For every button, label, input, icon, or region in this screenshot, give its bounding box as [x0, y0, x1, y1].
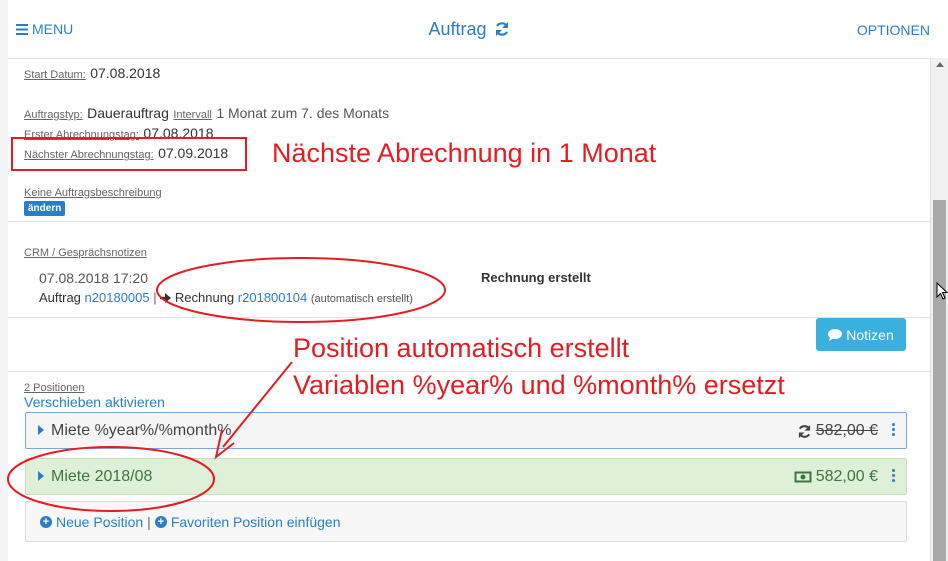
caret-right-icon[interactable] — [38, 425, 44, 435]
description-row: Keine Auftragsbeschreibung — [24, 183, 162, 201]
order-panel: MENU Auftrag OPTIONEN Start Datum: 07.08… — [8, 0, 930, 561]
comment-icon — [828, 328, 843, 341]
separator-pipe: | — [153, 290, 157, 305]
divider — [8, 221, 930, 222]
order-type-label: Auftragstyp: — [24, 109, 83, 121]
annotation-next-billing: Nächste Abrechnung in 1 Monat — [272, 138, 657, 168]
page-title-text: Auftrag — [428, 19, 487, 39]
favorite-position-link[interactable]: Favoriten Position einfügen — [171, 514, 341, 530]
refresh-icon[interactable] — [494, 21, 510, 37]
position-item[interactable]: Miete %year%/%month% 582,00 € — [25, 412, 907, 449]
position-item[interactable]: Miete 2018/08 582,00 € — [25, 458, 907, 495]
positions-count: 2 Positionen — [24, 382, 85, 394]
invoice-prefix: Rechnung — [174, 290, 235, 305]
scrollbar-thumb[interactable] — [933, 200, 946, 561]
position-price: 582,00 € — [797, 422, 878, 440]
order-type-value: Dauerauftrag — [87, 105, 169, 121]
top-bar: MENU Auftrag OPTIONEN — [8, 0, 930, 59]
crm-section-label: CRM / Gesprächsnotizen — [24, 243, 147, 261]
annotation-position-line1: Position automatisch erstellt — [293, 333, 630, 363]
interval-value: 1 Monat zum 7. des Monats — [216, 105, 390, 121]
add-position-links: + Neue Position | + Favoriten Position e… — [40, 514, 340, 530]
first-billing-value: 07.08.2018 — [143, 125, 214, 141]
scrollbar[interactable] — [930, 58, 948, 561]
next-billing-value: 07.09.2018 — [158, 145, 229, 161]
first-billing-row: Erster Abrechnungstag: 07.08.2018 — [24, 125, 214, 143]
add-position-bar: + Neue Position | + Favoriten Position e… — [25, 501, 907, 542]
notes-button[interactable]: Notizen — [816, 318, 906, 351]
options-button[interactable]: OPTIONEN — [857, 22, 930, 38]
scroll-up-arrow-icon[interactable] — [936, 62, 944, 67]
position-name: Miete 2018/08 — [51, 468, 153, 485]
edit-description-button[interactable]: ändern — [24, 201, 66, 216]
vertical-dots-icon[interactable] — [892, 423, 896, 436]
next-billing-label: Nächster Abrechnungstag: — [24, 149, 154, 161]
crm-timestamp-text: 07.08.2018 17:20 — [39, 270, 148, 286]
crm-entry-title: Rechnung erstellt — [481, 270, 591, 285]
order-type-row: Auftragstyp: Dauerauftrag Intervall 1 Mo… — [24, 105, 389, 123]
caret-right-icon[interactable] — [38, 471, 44, 481]
plus-circle-icon: + — [154, 516, 167, 528]
crm-entry-timestamp: 07.08.2018 17:20 — [39, 270, 148, 288]
position-name: Miete %year%/%month% — [51, 422, 232, 439]
first-billing-label: Erster Abrechnungstag: — [24, 129, 139, 141]
separator-pipe: | — [147, 514, 151, 530]
money-icon — [794, 471, 812, 483]
vertical-dots-icon[interactable] — [892, 469, 896, 482]
mouse-cursor-icon — [936, 282, 948, 300]
annotation-position-line2: Variablen %year% und %month% ersetzt — [293, 370, 785, 400]
plus-circle-icon: + — [40, 516, 52, 528]
order-prefix: Auftrag — [39, 290, 81, 305]
reorder-link-text[interactable]: Verschieben aktivieren — [24, 394, 165, 410]
position-price-value: 582,00 € — [815, 468, 878, 485]
order-link[interactable]: n20180005 — [85, 290, 150, 305]
crm-label: CRM / Gesprächsnotizen — [24, 247, 147, 259]
start-date-label: Start Datum: — [24, 69, 86, 81]
new-position-link[interactable]: Neue Position — [56, 514, 143, 530]
divider — [8, 317, 930, 318]
start-date-value: 07.08.2018 — [90, 65, 161, 81]
arrow-right-icon — [160, 293, 172, 303]
refresh-icon — [798, 424, 810, 438]
auto-note: (automatisch erstellt) — [310, 293, 413, 305]
notes-button-label: Notizen — [846, 326, 894, 343]
position-price: 582,00 € — [794, 468, 878, 486]
next-billing-row: Nächster Abrechnungstag: 07.09.2018 — [24, 145, 228, 163]
start-date-row: Start Datum: 07.08.2018 — [24, 65, 160, 83]
description-label: Keine Auftragsbeschreibung — [24, 187, 162, 199]
interval-label: Intervall — [173, 109, 212, 121]
reorder-link[interactable]: Verschieben aktivieren — [24, 394, 165, 410]
crm-entry-body: Auftrag n20180005 | Rechnung r201800104 … — [39, 290, 413, 305]
page-title: Auftrag — [8, 19, 930, 40]
invoice-link[interactable]: r201800104 — [238, 290, 307, 305]
position-price-value: 582,00 € — [815, 422, 878, 439]
